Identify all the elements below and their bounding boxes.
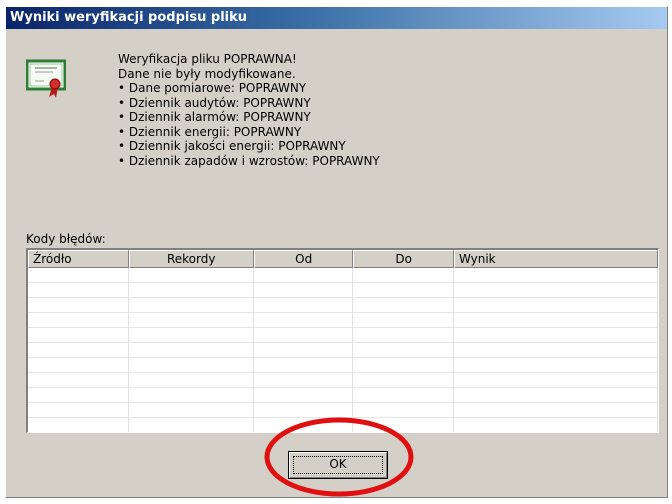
table-row[interactable] — [28, 313, 658, 328]
table-cell — [128, 373, 254, 388]
table-cell — [453, 388, 658, 403]
message-line: • Dziennik jakości energii: POPRAWNY — [118, 139, 346, 153]
table-cell — [128, 283, 254, 298]
table-cell — [453, 358, 658, 373]
error-codes-table[interactable]: Źródło Rekordy Od Do Wynik — [26, 248, 659, 433]
window-title: Wyniki weryfikacji podpisu pliku — [6, 7, 667, 29]
table-cell — [253, 283, 354, 298]
table-row[interactable] — [28, 388, 658, 403]
message-line: • Dziennik energii: POPRAWNY — [118, 124, 302, 139]
table-cell — [453, 403, 658, 418]
table-cell — [253, 313, 354, 328]
table-cell — [129, 418, 254, 432]
table-cell — [28, 373, 129, 388]
table-body — [28, 268, 658, 432]
table-cell — [28, 403, 129, 418]
table-cell — [28, 313, 129, 328]
table-cell — [128, 403, 254, 418]
table-cell — [353, 268, 454, 283]
table-cell — [453, 343, 658, 358]
table-cell — [253, 343, 354, 358]
table-cell — [353, 358, 454, 373]
error-codes-label: Kody błędów: — [26, 232, 106, 246]
table-cell — [353, 388, 454, 403]
table-cell — [128, 268, 254, 283]
message-line: Dane nie były modyfikowane. — [118, 66, 296, 81]
table-cell — [353, 298, 454, 313]
table-cell — [253, 388, 354, 403]
message-line: • Dane pomiarowe: POPRAWNY — [118, 81, 307, 95]
table-cell — [28, 358, 129, 373]
table-cell — [453, 283, 658, 298]
message-line: • Dziennik alarmów: POPRAWNY — [118, 110, 311, 124]
table-row[interactable] — [28, 283, 658, 298]
table-row[interactable] — [28, 343, 658, 358]
message-line: • Dziennik zapadów i wzrostów: POPRAWNY — [118, 153, 380, 168]
table-cell — [453, 298, 658, 313]
table-cell — [128, 313, 254, 328]
table-cell — [28, 328, 129, 343]
table-cell — [28, 418, 129, 432]
table-cell — [353, 313, 454, 328]
table-cell — [28, 343, 129, 358]
table-row[interactable] — [28, 328, 658, 343]
table-cell — [28, 283, 129, 298]
annotation-circle — [264, 417, 414, 497]
table-cell — [454, 418, 658, 432]
table-cell — [353, 328, 454, 343]
column-header-result[interactable]: Wynik — [453, 250, 658, 268]
table-cell — [128, 388, 254, 403]
table-cell — [28, 298, 129, 313]
verification-message: Weryfikacja pliku POPRAWNA! Dane nie był… — [118, 52, 380, 168]
table-cell — [128, 343, 254, 358]
table-cell — [28, 388, 129, 403]
table-row[interactable] — [28, 298, 658, 313]
table-header: Źródło Rekordy Od Do Wynik — [28, 250, 658, 268]
column-header-to[interactable]: Do — [353, 250, 454, 268]
table-row[interactable] — [28, 358, 658, 373]
table-cell — [453, 313, 658, 328]
table-cell — [353, 283, 454, 298]
message-line: Weryfikacja pliku POPRAWNA! — [118, 52, 297, 66]
table-cell — [353, 343, 454, 358]
table-cell — [28, 268, 129, 283]
table-cell — [253, 358, 354, 373]
table-cell — [453, 328, 658, 343]
table-row[interactable] — [28, 373, 658, 388]
table-cell — [128, 298, 254, 313]
table-cell — [128, 328, 254, 343]
table-cell — [253, 298, 354, 313]
table-row[interactable] — [28, 268, 658, 283]
table-cell — [253, 268, 354, 283]
table-cell — [453, 373, 658, 388]
table-cell — [453, 268, 658, 283]
certificate-icon — [26, 59, 66, 98]
table-cell — [128, 358, 254, 373]
column-header-source[interactable]: Źródło — [28, 250, 129, 268]
table-cell — [253, 328, 354, 343]
column-header-records[interactable]: Rekordy — [128, 250, 254, 268]
table-cell — [353, 373, 454, 388]
column-header-from[interactable]: Od — [253, 250, 354, 268]
message-line: • Dziennik audytów: POPRAWNY — [118, 95, 311, 110]
table-cell — [253, 373, 354, 388]
